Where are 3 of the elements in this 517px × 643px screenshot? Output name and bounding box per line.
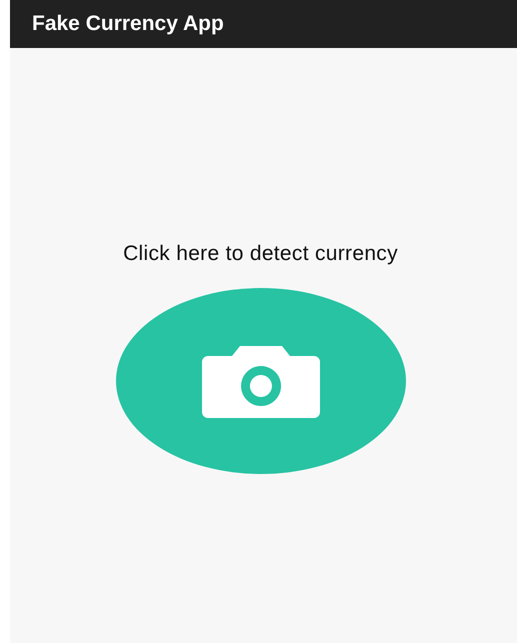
app-title: Fake Currency App xyxy=(32,12,224,36)
prompt-text: Click here to detect currency xyxy=(123,242,398,266)
camera-icon xyxy=(200,344,322,418)
